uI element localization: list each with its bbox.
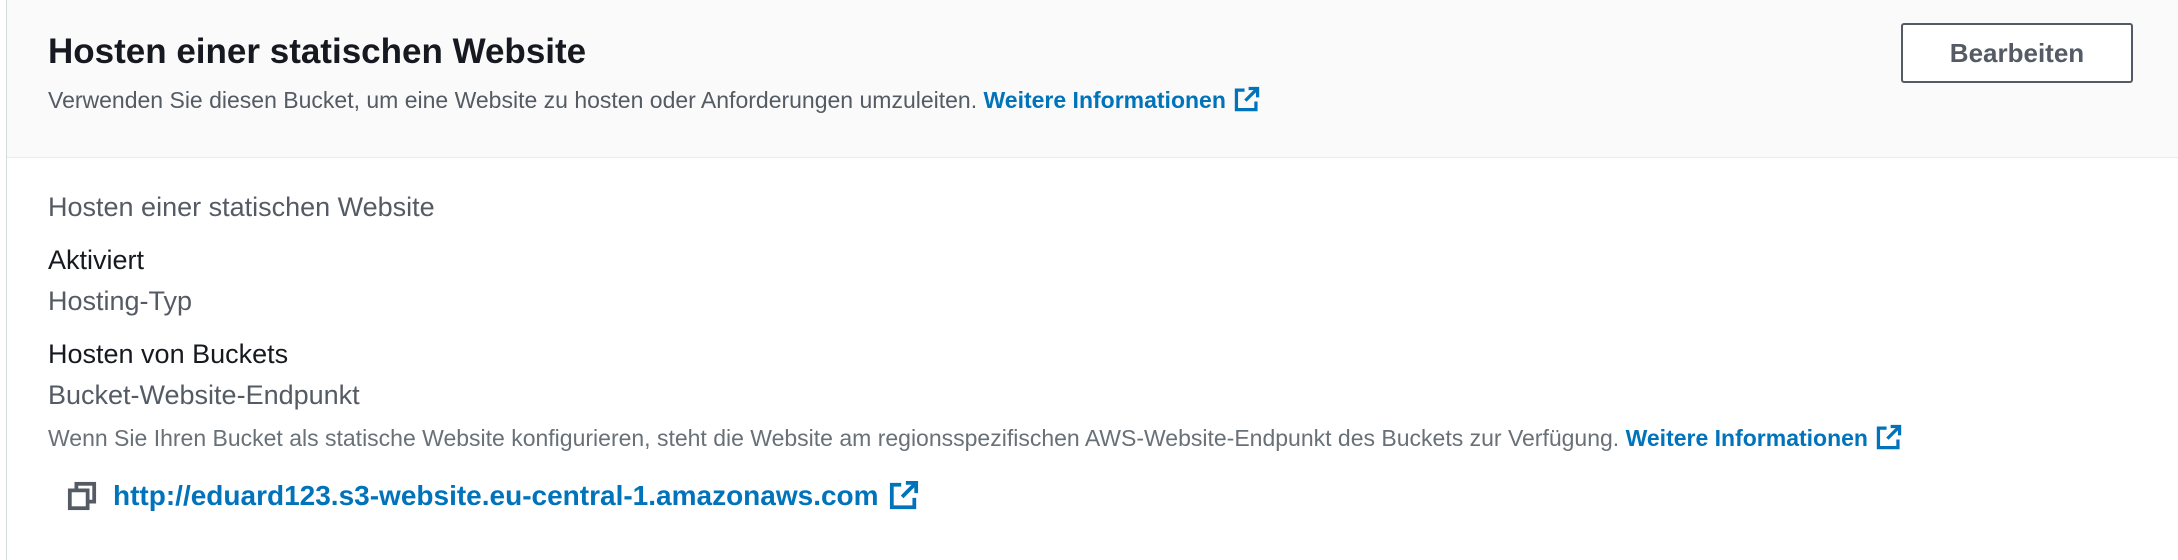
endpoint-label: Bucket-Website-Endpunkt [48,380,360,410]
panel-header: Hosten einer statischen Website Verwende… [7,0,2178,158]
static-website-hosting-panel: Hosten einer statischen Website Verwende… [6,0,2178,560]
endpoint-url-link[interactable]: http://eduard123.s3-website.eu-central-1… [113,480,919,512]
more-info-link[interactable]: Weitere Informationen [983,86,1260,113]
copy-icon[interactable] [67,481,97,511]
hosting-value: Aktiviert [48,245,145,275]
more-info-link-label: Weitere Informationen [983,87,1226,113]
panel-title: Hosten einer statischen Website [48,32,587,71]
edit-button[interactable]: Bearbeiten [1901,23,2133,83]
endpoint-more-info-link-label: Weitere Informationen [1625,425,1868,451]
hosting-label: Hosten einer statischen Website [48,192,435,222]
external-link-icon [1876,424,1902,450]
external-link-icon [1234,86,1260,112]
endpoint-row: http://eduard123.s3-website.eu-central-1… [67,480,919,512]
endpoint-url: http://eduard123.s3-website.eu-central-1… [113,480,879,511]
endpoint-hint: Wenn Sie Ihren Bucket als statische Webs… [48,424,1902,452]
panel-description: Verwenden Sie diesen Bucket, um eine Web… [48,86,1260,114]
external-link-icon [889,480,918,510]
panel-description-text: Verwenden Sie diesen Bucket, um eine Web… [48,87,978,113]
hosting-type-value: Hosten von Buckets [48,339,289,369]
hosting-type-label: Hosting-Typ [48,286,193,316]
endpoint-hint-text: Wenn Sie Ihren Bucket als statische Webs… [48,425,1620,451]
endpoint-more-info-link[interactable]: Weitere Informationen [1625,424,1902,451]
